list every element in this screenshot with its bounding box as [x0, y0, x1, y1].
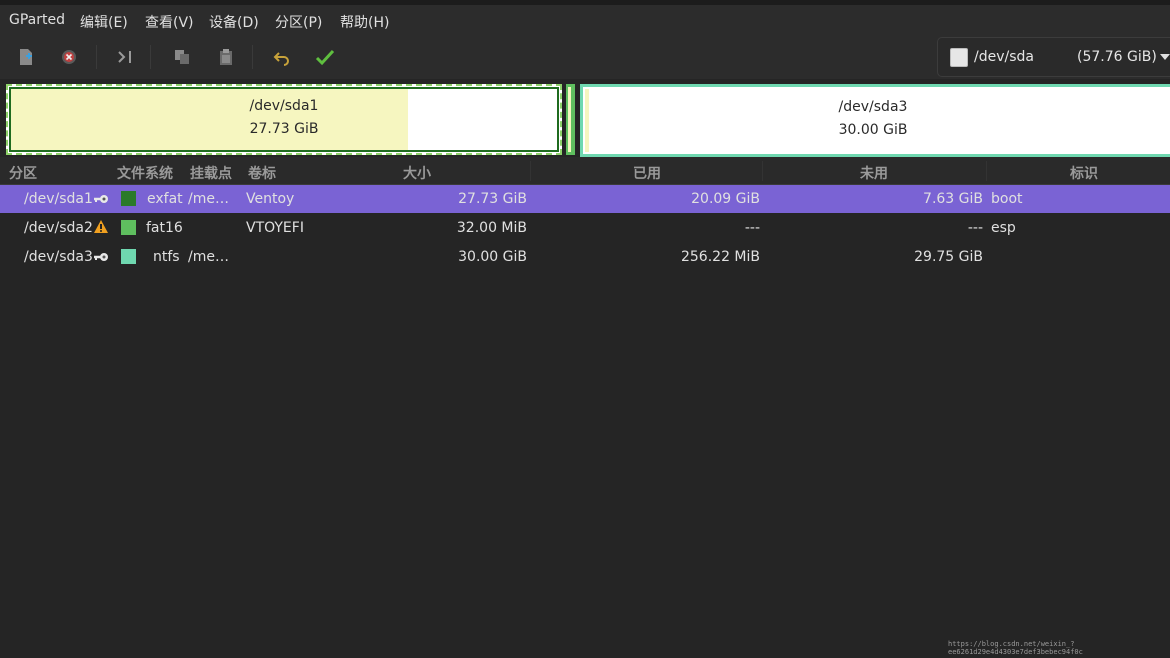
column-header-partition[interactable]: 分区 [9, 163, 37, 183]
column-header-size[interactable]: 大小 [403, 163, 431, 183]
column-header-filesystem[interactable]: 文件系统 [117, 163, 173, 183]
device-name: /dev/sda [974, 49, 1034, 65]
volume-label: VTOYEFI [246, 220, 304, 236]
menu-partition[interactable]: 分区(P) [275, 12, 322, 32]
undo-icon[interactable] [270, 46, 294, 68]
partition-size: 30.00 GiB [838, 122, 908, 138]
filesystem-type: fat16 [146, 220, 183, 236]
column-header-flags[interactable]: 标识 [1070, 163, 1098, 183]
menubar: GParted 编辑(E) 查看(V) 设备(D) 分区(P) 帮助(H) [0, 5, 1170, 37]
new-icon[interactable] [14, 46, 38, 68]
key-icon [94, 195, 108, 203]
watermark-text: https://blog.csdn.net/weixin_?ee6261d29e… [948, 640, 1083, 656]
column-header-mountpoint[interactable]: 挂载点 [190, 163, 232, 183]
column-header-unused[interactable]: 未用 [860, 163, 888, 183]
toolbar: /dev/sda (57.76 GiB) [0, 37, 1170, 79]
partition-name: /dev/sda2 [24, 220, 93, 236]
column-header-label[interactable]: 卷标 [248, 163, 276, 183]
table-row[interactable]: /dev/sda3 ntfs/me… 30.00 GiB 256.22 MiB 29.7… [0, 243, 1170, 271]
column-separator [530, 161, 531, 181]
filesystem-color-swatch [121, 191, 136, 206]
mount-point: /me… [188, 249, 229, 265]
filesystem-type: exfat [147, 191, 183, 207]
toolbar-separator [150, 45, 151, 69]
unused-space: 29.75 GiB [914, 249, 983, 265]
partition-size: 27.73 GiB [249, 121, 319, 137]
partition-size: 32.00 MiB [456, 220, 527, 236]
partition-flags: boot [991, 191, 1023, 207]
resize-move-icon[interactable] [113, 46, 137, 68]
toolbar-separator [252, 45, 253, 69]
copy-icon[interactable] [170, 46, 194, 68]
unused-space: 7.63 GiB [923, 191, 983, 207]
device-selector[interactable]: /dev/sda (57.76 GiB) [937, 37, 1170, 77]
warning-icon [94, 220, 108, 233]
partition-size: 30.00 GiB [458, 249, 527, 265]
volume-label: Ventoy [246, 191, 295, 207]
key-icon [94, 253, 108, 261]
menu-help[interactable]: 帮助(H) [340, 12, 389, 32]
filesystem-color-swatch [121, 249, 136, 264]
diskmap-partition-sda3[interactable]: /dev/sda3 30.00 GiB [580, 84, 1170, 157]
paste-icon[interactable] [214, 46, 238, 68]
column-header-used[interactable]: 已用 [633, 163, 661, 183]
menu-view[interactable]: 查看(V) [145, 12, 194, 32]
partition-name: /dev/sda1 [249, 98, 319, 114]
column-separator [986, 161, 987, 181]
partition-name: /dev/sda3 [838, 99, 908, 115]
table-row[interactable]: /dev/sda1 exfat/me… Ventoy 27.73 GiB 20.09 G… [0, 185, 1170, 213]
menu-device[interactable]: 设备(D) [209, 12, 259, 32]
partition-size: 27.73 GiB [458, 191, 527, 207]
disk-graphic: /dev/sda1 27.73 GiB /dev/sda3 30.00 GiB [0, 79, 1170, 157]
menu-edit[interactable]: 编辑(E) [80, 12, 128, 32]
menu-gparted[interactable]: GParted [9, 12, 65, 28]
column-separator [762, 161, 763, 181]
chevron-down-icon [1160, 54, 1170, 60]
used-space: --- [744, 220, 760, 236]
filesystem-color-swatch [121, 220, 136, 235]
used-space-bar [568, 87, 571, 152]
delete-icon[interactable] [57, 46, 81, 68]
diskmap-partition-sda1[interactable]: /dev/sda1 27.73 GiB [6, 84, 562, 155]
disk-icon [950, 48, 968, 67]
partition-name: /dev/sda1 [24, 191, 93, 207]
filesystem-type: ntfs [153, 249, 180, 265]
apply-icon[interactable] [313, 46, 337, 68]
diskmap-partition-sda2[interactable] [566, 84, 575, 155]
used-space: 20.09 GiB [691, 191, 760, 207]
partition-flags: esp [991, 220, 1016, 236]
unused-space: --- [967, 220, 983, 236]
used-space: 256.22 MiB [680, 249, 760, 265]
mount-point: /me… [188, 191, 229, 207]
table-row[interactable]: /dev/sda2 fat16 VTOYEFI 32.00 MiB --- --- esp [0, 214, 1170, 242]
partition-table-header: 分区 文件系统 挂载点 卷标 大小 已用 未用 标识 [0, 157, 1170, 185]
device-size: (57.76 GiB) [1077, 49, 1157, 65]
toolbar-separator [96, 45, 97, 69]
partition-name: /dev/sda3 [24, 249, 93, 265]
